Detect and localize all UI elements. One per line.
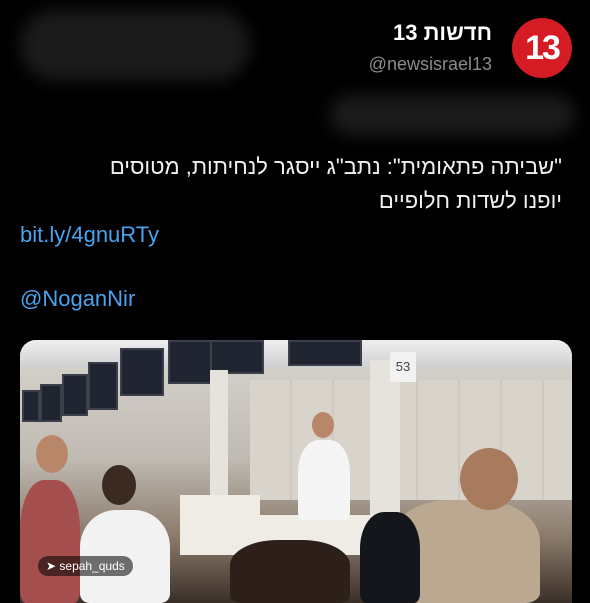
gate-sign: 53 bbox=[390, 352, 416, 382]
departure-screen bbox=[88, 362, 118, 410]
watermark-text: sepah_quds bbox=[59, 559, 125, 573]
tweet-link[interactable]: bit.ly/4gnuRTy bbox=[20, 222, 159, 248]
person bbox=[20, 480, 80, 603]
author-handle[interactable]: @newsisrael13 bbox=[369, 54, 492, 75]
person-head bbox=[36, 435, 68, 473]
watermark: ➤ sepah_quds bbox=[38, 556, 133, 576]
person bbox=[298, 440, 350, 520]
author-info[interactable]: חדשות 13 @newsisrael13 bbox=[369, 20, 492, 75]
departure-screen bbox=[120, 348, 164, 396]
tweet-text-line-1: "שביתה פתאומית": נתב"ג ייסגר לנחיתות, מט… bbox=[109, 154, 562, 179]
departure-screen bbox=[22, 390, 40, 422]
departure-screen bbox=[168, 340, 216, 384]
tweet-text-line-2: יופנו לשדות חלופיים bbox=[378, 188, 562, 213]
departure-screen bbox=[210, 340, 264, 374]
departure-screen bbox=[288, 340, 362, 366]
departure-screen bbox=[40, 384, 62, 422]
avatar[interactable]: 13 bbox=[512, 18, 572, 78]
author-display-name[interactable]: חדשות 13 bbox=[369, 20, 492, 46]
tweet-text: "שביתה פתאומית": נתב"ג ייסגר לנחיתות, מט… bbox=[22, 150, 562, 218]
person-head bbox=[102, 465, 136, 505]
departure-screen bbox=[62, 374, 88, 416]
tweet-header: 13 חדשות 13 @newsisrael13 bbox=[18, 14, 572, 84]
person-head bbox=[312, 412, 334, 438]
tweet-mention[interactable]: @NoganNir bbox=[20, 286, 135, 312]
person-head bbox=[460, 448, 518, 510]
backpack bbox=[360, 512, 420, 603]
redacted-area-right bbox=[330, 95, 575, 135]
person bbox=[230, 540, 350, 603]
avatar-logo-text: 13 bbox=[525, 28, 561, 67]
